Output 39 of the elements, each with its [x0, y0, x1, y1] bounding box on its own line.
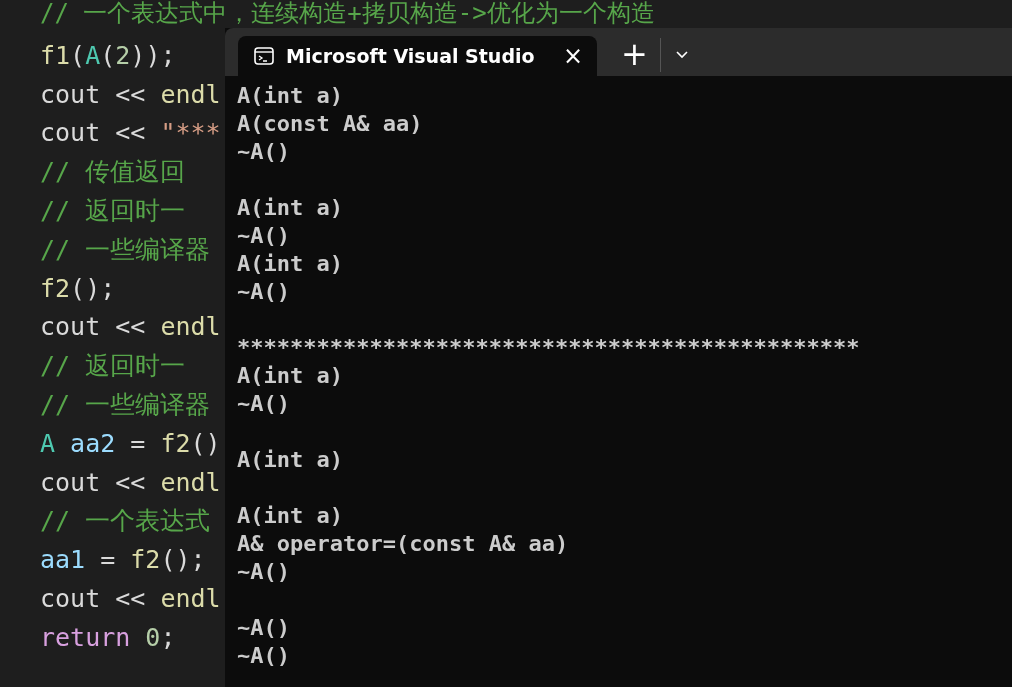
output-line: A(int a) [237, 502, 344, 530]
code-line: A aa2 = f2() [40, 427, 221, 460]
code-line: cout << endl [40, 582, 221, 615]
code-line: return 0; [40, 621, 176, 654]
output-line: A(int a) [237, 362, 344, 390]
output-line: ~A() [237, 390, 291, 418]
code-line: cout << endl [40, 78, 221, 111]
code-line: f1(A(2)); [40, 39, 176, 72]
code-line: cout << "*** [40, 117, 221, 150]
code-line: // 传值返回 [40, 156, 186, 189]
terminal-tab[interactable]: Microsoft Visual Studio × [238, 36, 597, 76]
code-line: // 一个表达式 [40, 505, 211, 538]
output-line: *********************************************** [237, 334, 861, 362]
code-line: // 一个表达式中，连续构造+拷贝构造->优化为一个构造 [40, 0, 655, 29]
output-line: A(const A& aa) [237, 110, 424, 138]
output-line: A(int a) [237, 82, 344, 110]
tab-title: Microsoft Visual Studio [286, 45, 536, 67]
code-line: aa1 = f2(); [40, 544, 206, 577]
code-line: f2(); [40, 272, 116, 305]
new-tab-button[interactable]: + [621, 36, 648, 72]
output-line: ~A() [237, 642, 291, 670]
output-line: ~A() [237, 278, 291, 306]
code-line: // 一些编译器 [40, 233, 211, 266]
code-line: cout << endl [40, 311, 221, 344]
code-line: cout << endl [40, 466, 221, 499]
code-line: // 返回时一 [40, 350, 186, 383]
close-icon[interactable]: × [562, 44, 583, 68]
code-line: // 返回时一 [40, 195, 186, 227]
output-line: A& operator=(const A& aa) [237, 530, 570, 558]
code-line: // 一些编译器 [40, 388, 211, 421]
output-line: ~A() [237, 222, 291, 250]
output-line: ~A() [237, 558, 291, 586]
output-line: ~A() [237, 614, 291, 642]
output-line: A(int a) [237, 194, 344, 222]
output-line: A(int a) [237, 446, 344, 474]
chevron-down-icon[interactable] [674, 50, 689, 60]
console-icon [254, 47, 274, 65]
output-line: ~A() [237, 138, 291, 166]
output-line: A(int a) [237, 250, 344, 278]
